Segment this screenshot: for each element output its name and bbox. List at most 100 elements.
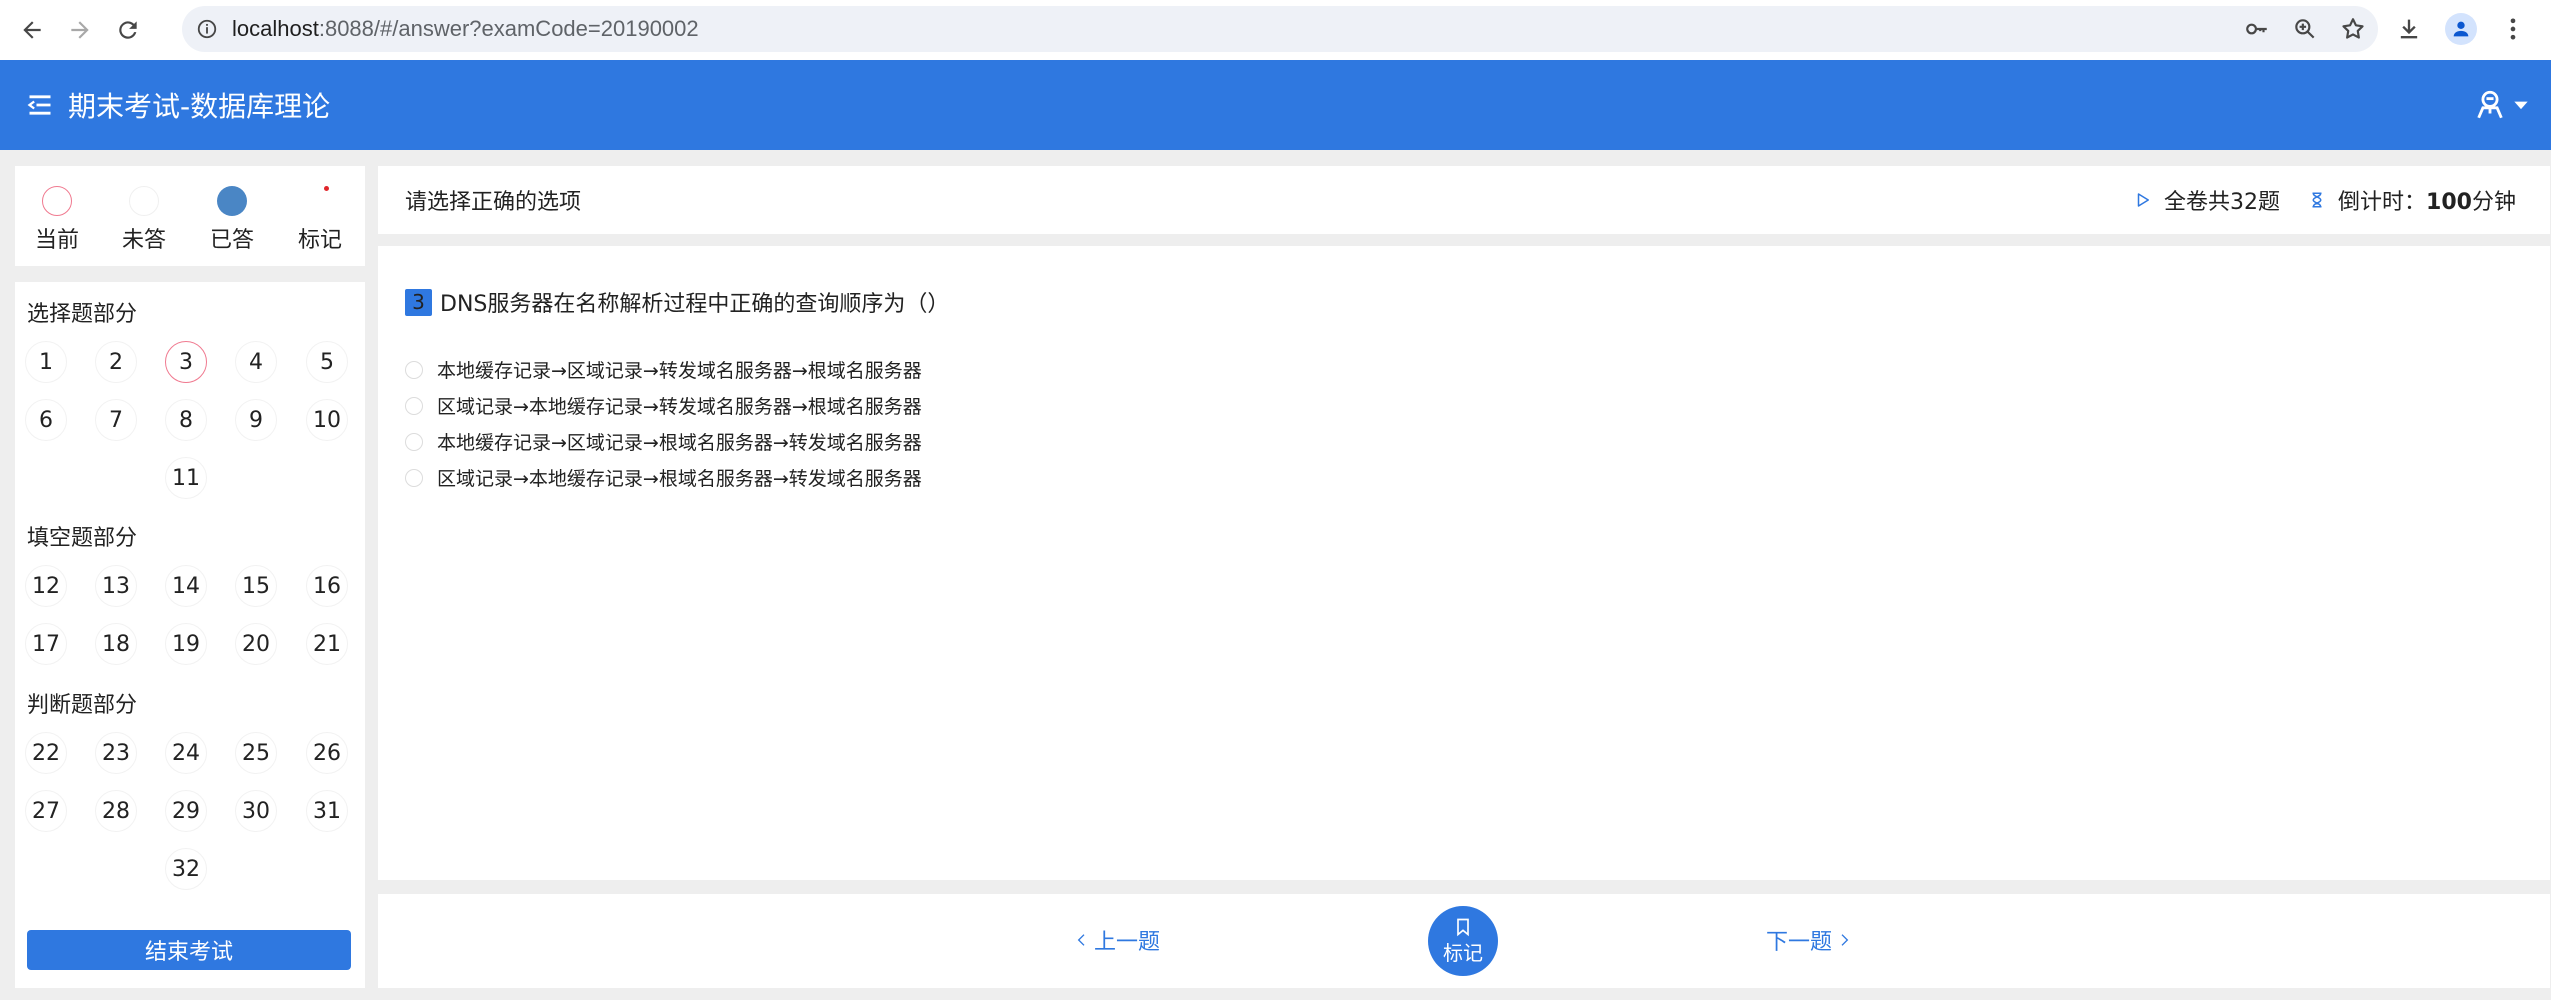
key-icon[interactable] [2244, 16, 2270, 42]
mark-question-button[interactable]: 标记 [1428, 906, 1498, 976]
option-radio[interactable] [405, 396, 423, 415]
question-number-button[interactable]: 21 [306, 623, 348, 665]
question-number-button[interactable]: 8 [165, 399, 207, 441]
question-number-button[interactable]: 16 [306, 565, 348, 607]
question-number-button[interactable]: 29 [165, 790, 207, 832]
question-number-button[interactable]: 11 [165, 457, 207, 499]
option-radio[interactable] [405, 360, 423, 379]
question-header: 3 DNS服务器在名称解析过程中正确的查询顺序为（） [405, 286, 949, 318]
option-radio[interactable] [405, 468, 423, 487]
profile-avatar[interactable] [2445, 13, 2477, 45]
question-number-button[interactable]: 15 [235, 565, 277, 607]
answer-option[interactable]: 区域记录→本地缓存记录→转发域名服务器→根域名服务器 [405, 392, 922, 419]
caret-down-icon [2514, 101, 2528, 110]
question-number-button[interactable]: 20 [235, 623, 277, 665]
arrow-left-icon [23, 21, 41, 39]
back-button[interactable] [8, 6, 56, 54]
question-number-button[interactable]: 24 [165, 732, 207, 774]
play-outline-icon [2137, 193, 2149, 207]
bookmark-icon [1457, 918, 1469, 936]
arrow-right-icon [71, 21, 89, 39]
download-icon[interactable] [2395, 15, 2423, 43]
more-vert-icon[interactable] [2499, 15, 2527, 43]
next-question-button[interactable]: 下一题 [1766, 924, 1852, 956]
question-number-button[interactable]: 7 [95, 399, 137, 441]
countdown-timer: 倒计时：100分钟 [2308, 166, 2516, 234]
user-menu[interactable] [2473, 88, 2531, 122]
reload-button[interactable] [104, 6, 152, 54]
user-icon [2477, 90, 2503, 119]
question-navigator: 结束考试 选择题部分 1 2 3 4 5 6 7 8 9 10 11 填空题部分 12 13 14 15 16 17… [15, 282, 365, 988]
option-label: 本地缓存记录→区域记录→转发域名服务器→根域名服务器 [437, 360, 922, 382]
address-bar[interactable]: localhost:8088/#/answer?examCode=2019000… [182, 6, 2378, 52]
question-number-button[interactable]: 14 [165, 565, 207, 607]
chevron-left-icon [1077, 934, 1085, 946]
status-legend: 当前 未答 已答 标记 [15, 166, 365, 266]
legend-label: 已答 [209, 228, 254, 253]
legend-swatch [217, 186, 247, 216]
forward-button[interactable] [56, 6, 104, 54]
menu-icon[interactable] [26, 91, 54, 119]
legend-label: 未答 [121, 228, 166, 253]
end-exam-button[interactable]: 结束考试 [27, 930, 351, 970]
prev-question-button[interactable]: 上一题 [1074, 924, 1160, 956]
question-number-button[interactable]: 4 [235, 341, 277, 383]
browser-toolbar: localhost:8088/#/answer?examCode=2019000… [0, 0, 2551, 60]
question-number-button[interactable]: 13 [95, 565, 137, 607]
reload-icon [119, 21, 137, 39]
question-number-button[interactable]: 26 [306, 732, 348, 774]
question-number-button[interactable]: 17 [25, 623, 67, 665]
question-number-button[interactable]: 10 [306, 399, 348, 441]
info-icon [197, 19, 217, 39]
answer-option[interactable]: 本地缓存记录→区域记录→转发域名服务器→根域名服务器 [405, 356, 922, 383]
legend-item: 标记 [285, 186, 355, 254]
question-infobar: 请选择正确的选项 全卷共32题 倒计时：100分钟 [378, 166, 2550, 234]
person-icon [2453, 21, 2469, 37]
section-title: 填空题部分 [27, 526, 138, 551]
option-label: 区域记录→本地缓存记录→根域名服务器→转发域名服务器 [437, 468, 922, 490]
question-number-button[interactable]: 18 [95, 623, 137, 665]
question-number-button[interactable]: 25 [235, 732, 277, 774]
option-radio[interactable] [405, 432, 423, 451]
question-number-button[interactable]: 27 [25, 790, 67, 832]
question-number-button[interactable]: 6 [25, 399, 67, 441]
question-number-button[interactable]: 9 [235, 399, 277, 441]
question-number-button[interactable]: 22 [25, 732, 67, 774]
legend-swatch [129, 186, 159, 216]
legend-item: 已答 [197, 186, 267, 254]
legend-swatch [42, 186, 72, 216]
option-label: 区域记录→本地缓存记录→转发域名服务器→根域名服务器 [437, 396, 922, 418]
app-header: 期末考试-数据库理论 [0, 60, 2551, 150]
question-number-button[interactable]: 30 [235, 790, 277, 832]
section-title: 选择题部分 [27, 302, 138, 327]
question-number-badge: 3 [405, 288, 432, 316]
mark-dot [324, 186, 329, 191]
star-icon[interactable] [2340, 16, 2366, 42]
zoom-icon[interactable] [2292, 16, 2318, 42]
question-number-button[interactable]: 1 [25, 341, 67, 383]
hourglass-icon [2312, 192, 2322, 208]
question-number-button[interactable]: 5 [306, 341, 348, 383]
question-number-button[interactable]: 23 [95, 732, 137, 774]
total-questions: 全卷共32题 [2134, 166, 2280, 234]
question-text: DNS服务器在名称解析过程中正确的查询顺序为（） [440, 292, 950, 317]
question-number-button[interactable]: 12 [25, 565, 67, 607]
question-number-button[interactable]: 28 [95, 790, 137, 832]
exam-title: 期末考试-数据库理论 [68, 90, 331, 123]
question-number-button[interactable]: 31 [306, 790, 348, 832]
legend-item: 未答 [109, 186, 179, 254]
legend-swatch [305, 186, 335, 216]
question-number-button[interactable]: 19 [165, 623, 207, 665]
chevron-right-icon [1841, 934, 1849, 946]
question-number-button[interactable]: 2 [95, 341, 137, 383]
answer-option[interactable]: 本地缓存记录→区域记录→根域名服务器→转发域名服务器 [405, 428, 922, 455]
question-number-button[interactable]: 3 [165, 341, 207, 383]
answer-option[interactable]: 区域记录→本地缓存记录→根域名服务器→转发域名服务器 [405, 464, 922, 491]
option-label: 本地缓存记录→区域记录→根域名服务器→转发域名服务器 [437, 432, 922, 454]
instruction-text: 请选择正确的选项 [405, 190, 582, 215]
question-number-button[interactable]: 32 [165, 848, 207, 890]
section-title: 判断题部分 [27, 693, 138, 718]
question-area: 3 DNS服务器在名称解析过程中正确的查询顺序为（） 本地缓存记录→区域记录→转… [378, 246, 2550, 880]
url-text: localhost:8088/#/answer?examCode=2019000… [232, 16, 699, 41]
legend-label: 当前 [34, 228, 79, 253]
